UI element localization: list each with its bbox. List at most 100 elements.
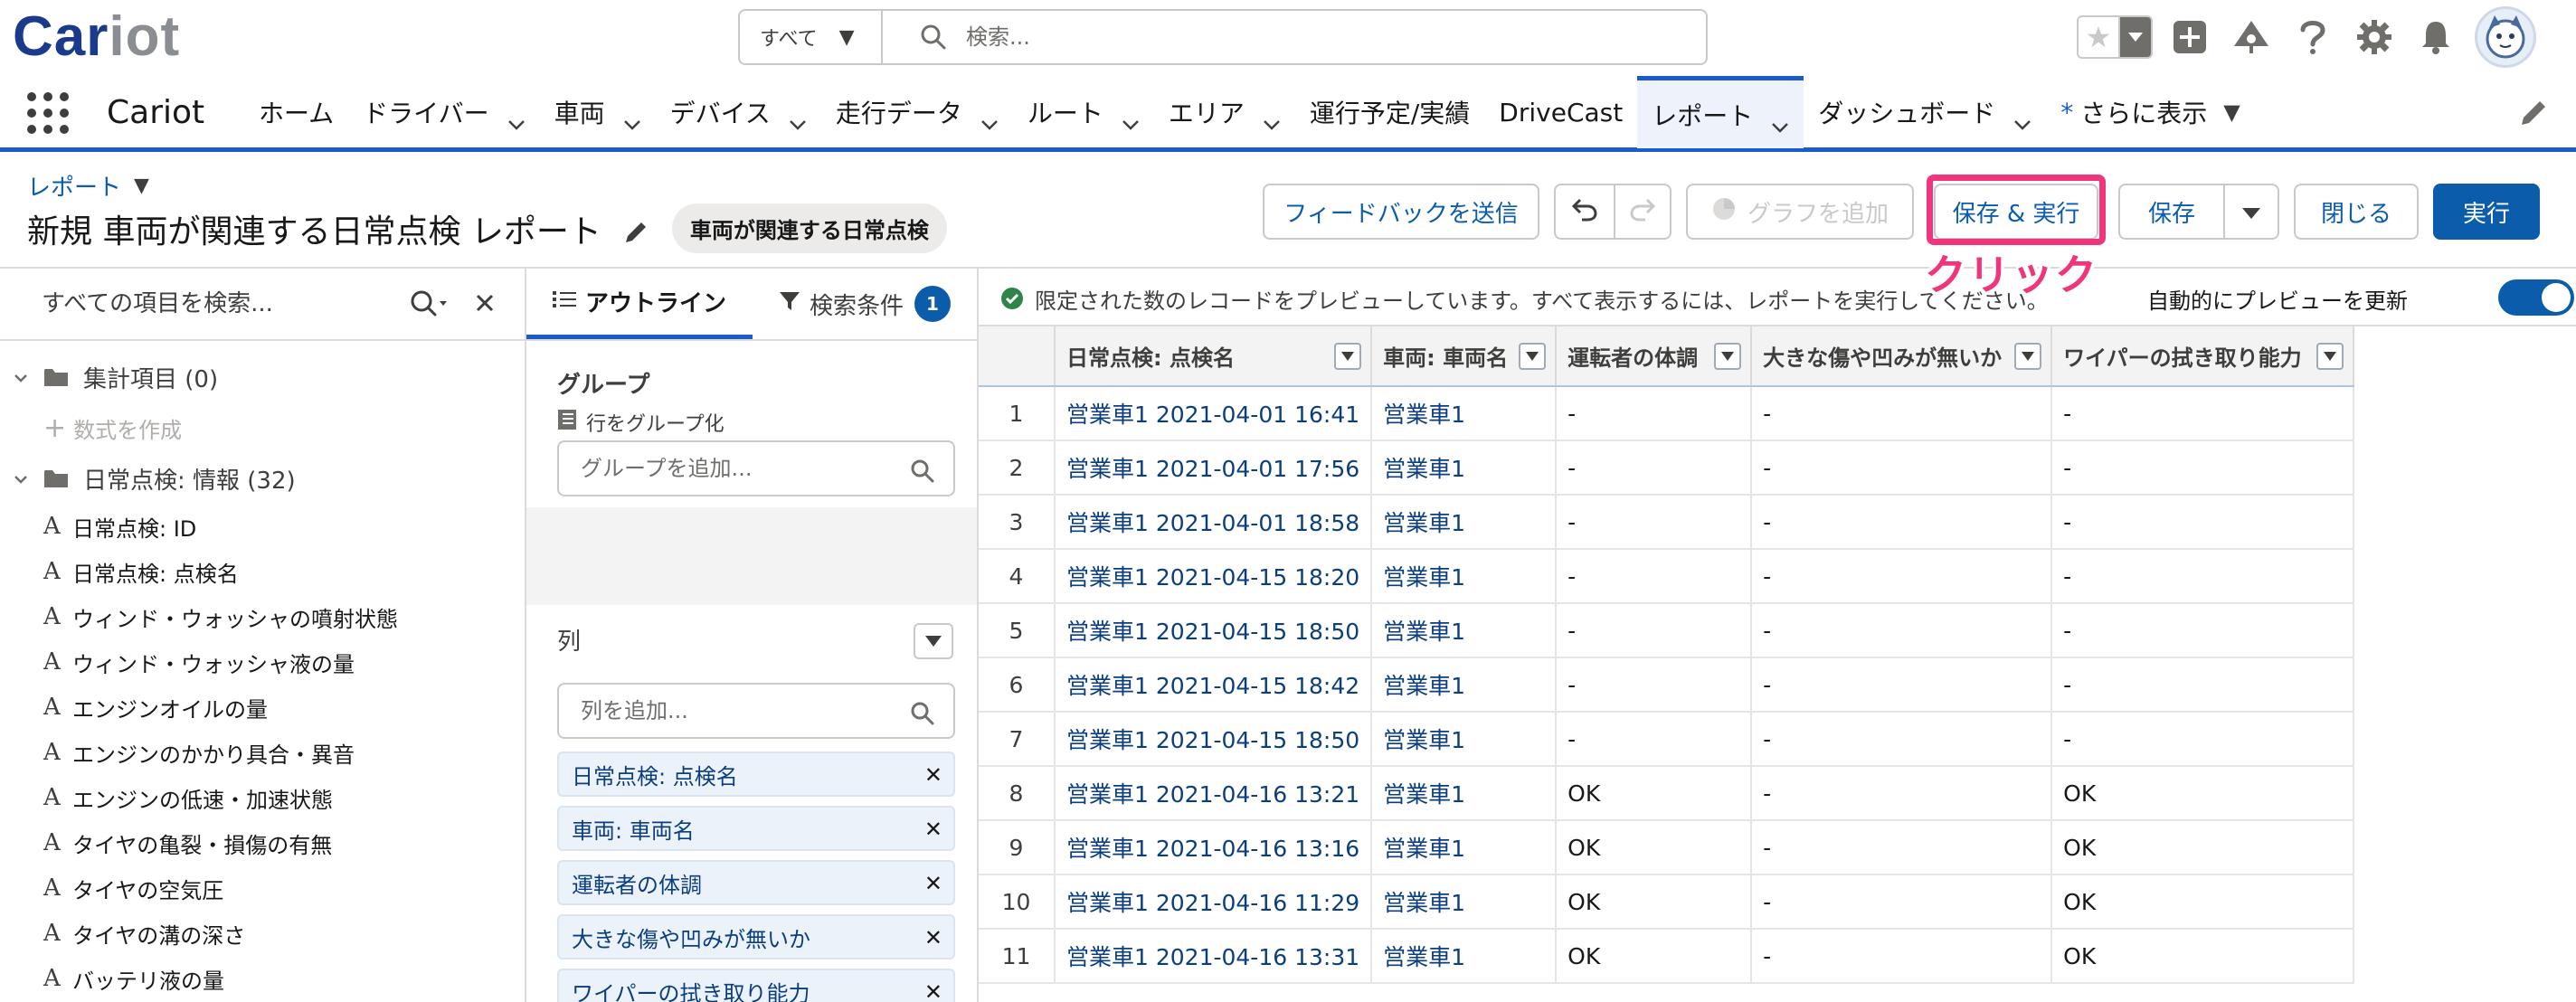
save-menu-button[interactable] xyxy=(2223,184,2279,240)
chevron-down-icon[interactable] xyxy=(980,107,999,130)
chevron-down-icon[interactable] xyxy=(1771,109,1789,133)
nav-item[interactable]: DriveCast xyxy=(1484,76,1637,148)
favorites-menu-button[interactable] xyxy=(2120,17,2151,57)
chevron-down-icon[interactable] xyxy=(789,107,807,130)
nav-item[interactable]: ルート xyxy=(1013,76,1154,148)
fields-search-input[interactable] xyxy=(42,290,385,317)
cell-inspection-name[interactable]: 営業車1 2021-04-01 16:41 xyxy=(1055,386,1373,441)
chevron-down-icon[interactable] xyxy=(1334,343,1362,370)
save-button[interactable]: 保存 xyxy=(2118,184,2225,240)
run-button[interactable]: 実行 xyxy=(2433,184,2540,240)
close-icon[interactable] xyxy=(472,290,497,316)
nav-item[interactable]: 走行データ xyxy=(821,76,1013,148)
column-pill[interactable]: ワイパーの拭き取り能力 ✕ xyxy=(557,969,955,1002)
star-icon[interactable]: ★ xyxy=(2079,17,2120,57)
undo-button[interactable] xyxy=(1554,184,1615,240)
search-input[interactable] xyxy=(966,24,1599,50)
chevron-down-icon[interactable] xyxy=(1519,343,1547,370)
report-type-menu[interactable]: レポート ▼ xyxy=(27,169,149,203)
send-feedback-button[interactable]: フィードバックを送信 xyxy=(1263,184,1539,240)
nav-item[interactable]: ホーム xyxy=(244,76,348,148)
cell-inspection-name[interactable]: 営業車1 2021-04-01 18:58 xyxy=(1055,495,1373,550)
cell-vehicle-name[interactable]: 営業車1 xyxy=(1371,657,1558,713)
nav-item[interactable]: ドライバー xyxy=(348,76,539,148)
chevron-down-icon[interactable] xyxy=(2316,343,2344,370)
field-item[interactable]: A エンジンのかかり具合・異音 xyxy=(0,730,525,775)
add-column-input[interactable] xyxy=(581,698,888,723)
column-pill[interactable]: 大きな傷や凹みが無いか ✕ xyxy=(557,914,955,959)
plus-icon[interactable] xyxy=(2165,13,2214,61)
close-button[interactable]: 閉じる xyxy=(2294,184,2419,240)
close-icon[interactable]: ✕ xyxy=(924,817,942,842)
trailhead-icon[interactable] xyxy=(2227,13,2276,61)
columns-menu-button[interactable] xyxy=(914,623,953,659)
cell-inspection-name[interactable]: 営業車1 2021-04-16 13:31 xyxy=(1055,929,1373,984)
nav-item[interactable]: レポート xyxy=(1637,76,1804,148)
cell-vehicle-name[interactable]: 営業車1 xyxy=(1371,712,1558,767)
edit-title-icon[interactable] xyxy=(623,216,649,242)
field-item[interactable]: A エンジンの低速・加速状態 xyxy=(0,775,525,820)
chevron-down-icon[interactable] xyxy=(1263,107,1281,130)
tab-filters[interactable]: 検索条件 1 xyxy=(753,269,977,339)
cell-inspection-name[interactable]: 営業車1 2021-04-16 13:21 xyxy=(1055,766,1373,821)
cell-inspection-name[interactable]: 営業車1 2021-04-15 18:20 xyxy=(1055,549,1373,604)
field-item[interactable]: A バッテリ液の量 xyxy=(0,956,525,1001)
chevron-down-icon[interactable] xyxy=(1122,107,1140,130)
column-pill[interactable]: 運転者の体調 ✕ xyxy=(557,860,955,905)
cell-vehicle-name[interactable]: 営業車1 xyxy=(1371,766,1558,821)
cell-vehicle-name[interactable]: 営業車1 xyxy=(1371,495,1558,550)
field-item[interactable]: A 日常点検: ID xyxy=(0,504,525,549)
help-icon[interactable] xyxy=(2288,13,2337,61)
column-header[interactable]: 運転者の体調 xyxy=(1556,326,1753,387)
column-pill[interactable]: 日常点検: 点検名 ✕ xyxy=(557,752,955,797)
field-item[interactable]: A ウィンド・ウォッシャ液の量 xyxy=(0,639,525,685)
cell-vehicle-name[interactable]: 営業車1 xyxy=(1371,386,1558,441)
cell-vehicle-name[interactable]: 営業車1 xyxy=(1371,440,1558,496)
nav-item[interactable]: ダッシュボード xyxy=(1804,76,2046,148)
chevron-down-icon[interactable] xyxy=(2013,107,2031,130)
bell-icon[interactable] xyxy=(2411,13,2460,61)
close-icon[interactable]: ✕ xyxy=(924,871,942,896)
close-icon[interactable]: ✕ xyxy=(924,762,942,788)
cell-vehicle-name[interactable]: 営業車1 xyxy=(1371,549,1558,604)
cell-vehicle-name[interactable]: 営業車1 xyxy=(1371,929,1558,984)
column-pill[interactable]: 車両: 車両名 ✕ xyxy=(557,806,955,851)
column-header[interactable]: 車両: 車両名 xyxy=(1371,326,1558,387)
chevron-down-icon[interactable] xyxy=(507,107,526,130)
nav-more-menu[interactable]: * さらに表示 ▼ xyxy=(2046,76,2254,148)
close-icon[interactable]: ✕ xyxy=(924,925,942,950)
cell-inspection-name[interactable]: 営業車1 2021-04-15 18:42 xyxy=(1055,657,1373,713)
field-item[interactable]: A ウィンド・ウォッシャの噴射状態 xyxy=(0,594,525,639)
field-item[interactable]: A タイヤの溝の深さ xyxy=(0,911,525,956)
field-item[interactable]: A エンジンオイルの量 xyxy=(0,685,525,730)
cariot-logo[interactable]: Cariot xyxy=(13,5,180,68)
avatar[interactable] xyxy=(2475,6,2536,68)
app-launcher-icon[interactable] xyxy=(27,92,69,134)
field-item[interactable]: A タイヤの空気圧 xyxy=(0,865,525,911)
gear-icon[interactable] xyxy=(2350,13,2399,61)
field-item[interactable]: A 日常点検: 点検名 xyxy=(0,549,525,594)
chevron-down-icon[interactable] xyxy=(2014,343,2042,370)
cell-vehicle-name[interactable]: 営業車1 xyxy=(1371,820,1558,875)
close-icon[interactable]: ✕ xyxy=(924,979,942,1002)
field-item[interactable]: A タイヤの亀裂・損傷の有無 xyxy=(0,820,525,865)
column-header[interactable]: ワイパーの拭き取り能力 xyxy=(2051,326,2355,387)
summary-folder[interactable]: 集計項目 (0) xyxy=(0,352,525,402)
nav-item[interactable]: 車両 xyxy=(540,76,656,148)
auto-preview-toggle[interactable] xyxy=(2498,279,2574,316)
add-group-input[interactable] xyxy=(581,456,888,481)
cell-inspection-name[interactable]: 営業車1 2021-04-01 17:56 xyxy=(1055,440,1373,496)
chevron-down-icon[interactable] xyxy=(1714,343,1742,370)
cell-vehicle-name[interactable]: 営業車1 xyxy=(1371,874,1558,930)
cell-inspection-name[interactable]: 営業車1 2021-04-15 18:50 xyxy=(1055,712,1373,767)
edit-nav-icon[interactable] xyxy=(2518,98,2549,128)
search-icon[interactable] xyxy=(409,288,449,321)
nav-item[interactable]: 運行予定/実績 xyxy=(1295,76,1484,148)
cell-vehicle-name[interactable]: 営業車1 xyxy=(1371,603,1558,658)
add-formula-button[interactable]: + 数式を作成 xyxy=(0,402,525,453)
column-header[interactable]: 大きな傷や凹みが無いか xyxy=(1751,326,2053,387)
column-header[interactable]: 日常点検: 点検名 xyxy=(1055,326,1373,387)
cell-inspection-name[interactable]: 営業車1 2021-04-15 18:50 xyxy=(1055,603,1373,658)
search-scope-dropdown[interactable]: すべて ▼ xyxy=(740,11,883,63)
cell-inspection-name[interactable]: 営業車1 2021-04-16 11:29 xyxy=(1055,874,1373,930)
